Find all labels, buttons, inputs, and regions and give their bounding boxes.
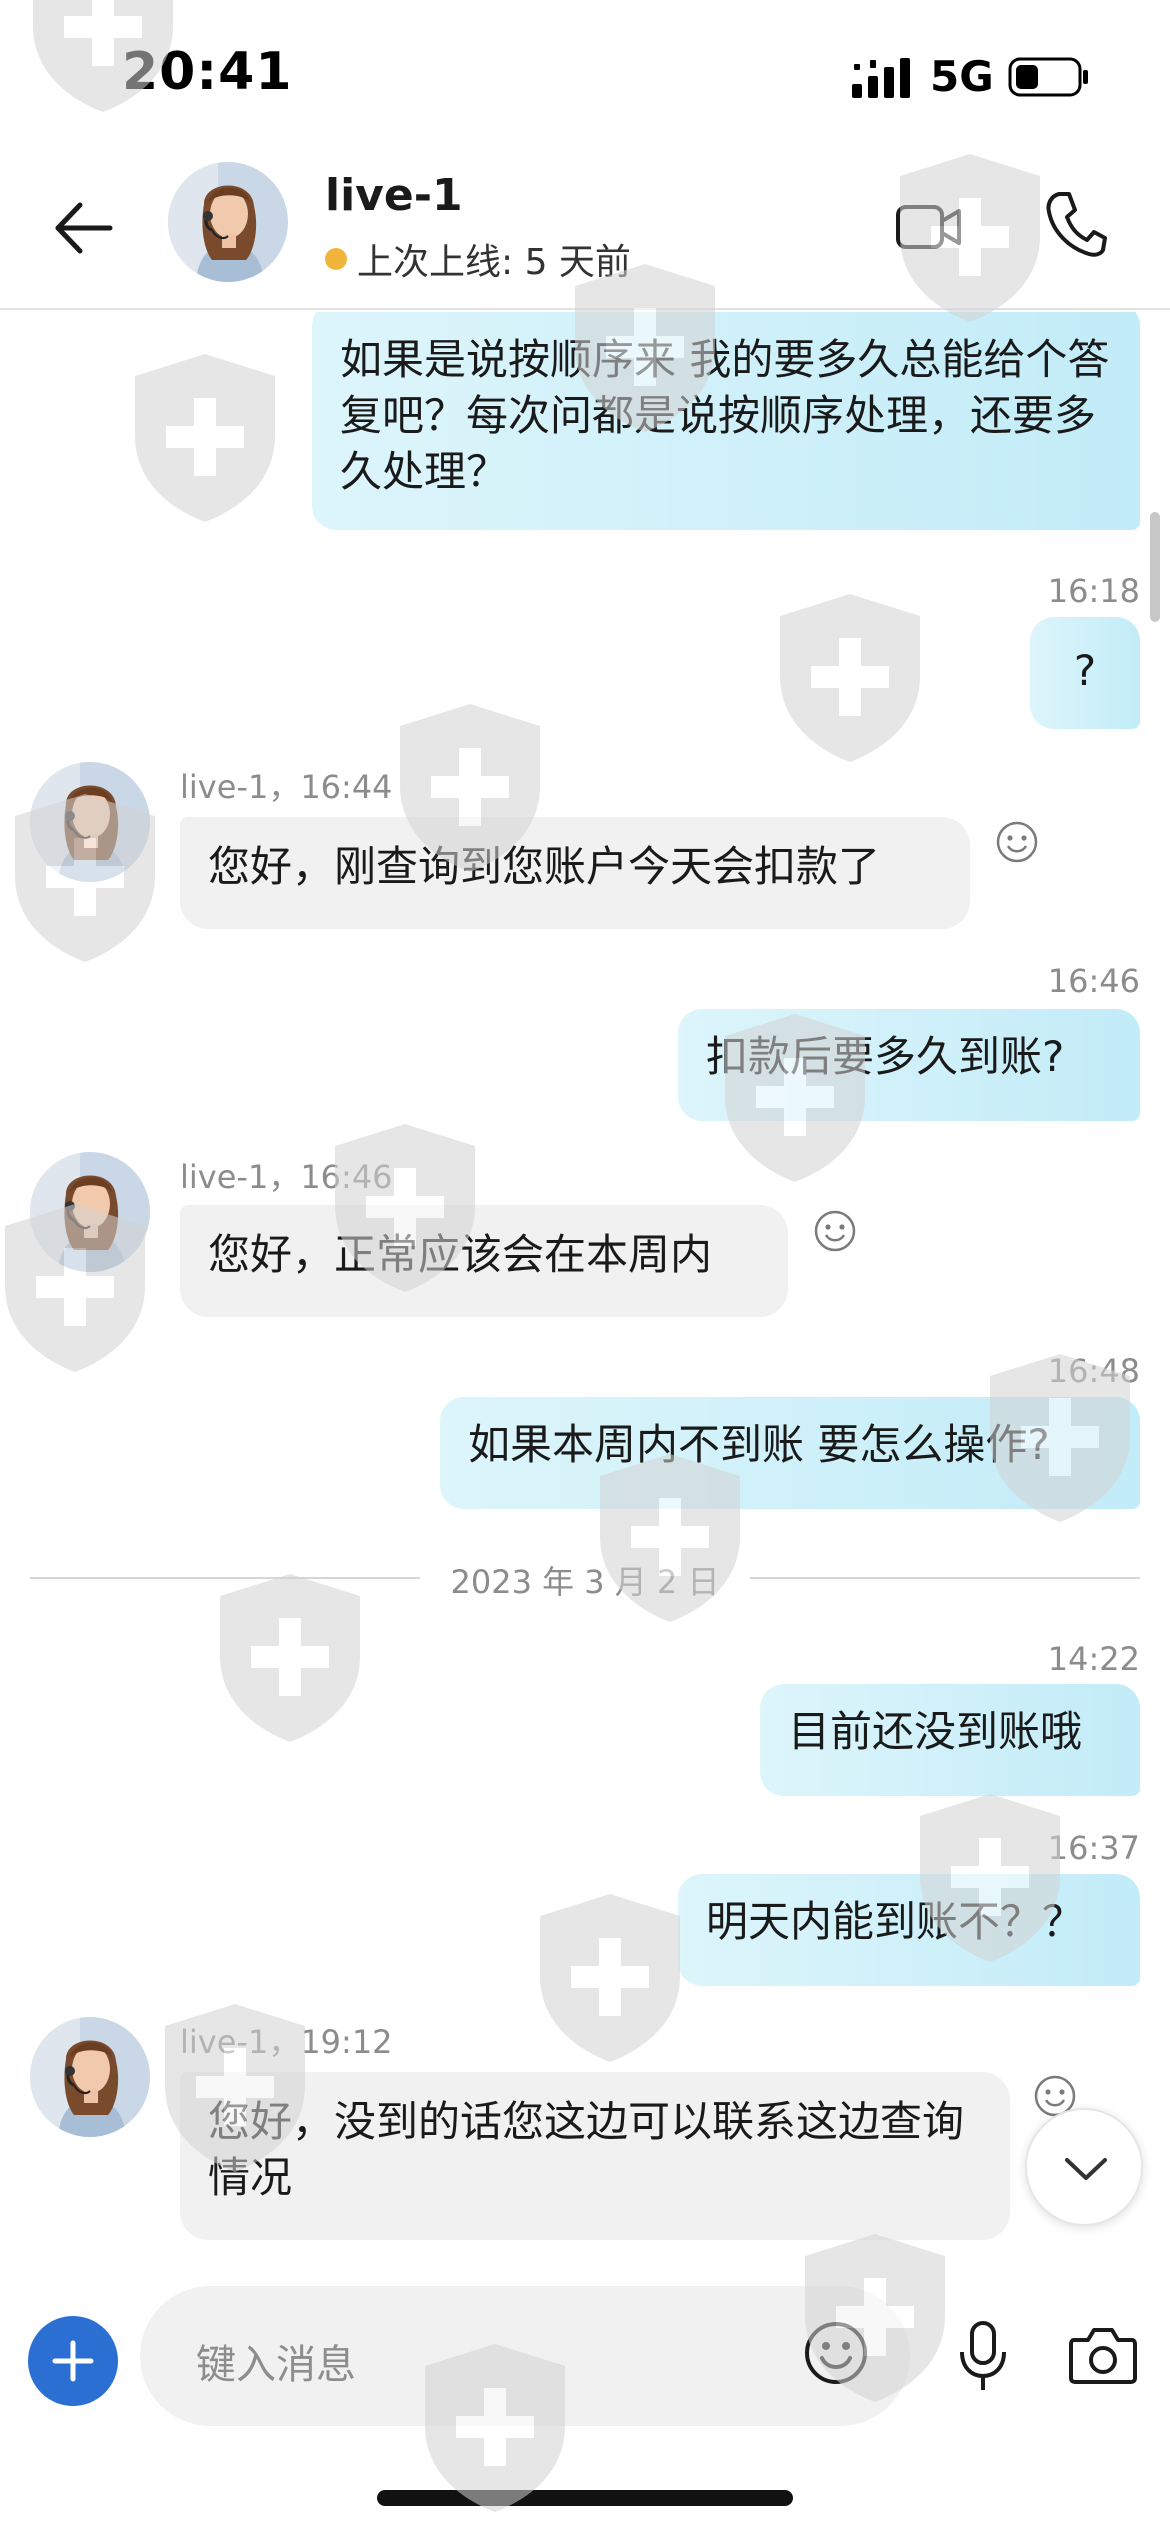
add-attachment-button[interactable]: [28, 2316, 118, 2406]
message-time: 16:48: [1047, 1352, 1140, 1390]
home-indicator[interactable]: [377, 2490, 793, 2506]
message-bubble-outgoing[interactable]: 如果本周内不到账 要怎么操作?: [440, 1397, 1140, 1509]
message-bubble-outgoing[interactable]: 扣款后要多久到账?: [678, 1009, 1140, 1121]
chevron-down-icon: [1065, 2158, 1107, 2180]
message-text: 如果是说按顺序来 我的要多久总能给个答复吧？每次问都是说按顺序处理，还要多久处理…: [340, 335, 1110, 496]
message-list[interactable]: 如果是说按顺序来 我的要多久总能给个答复吧？每次问都是说按顺序处理，还要多久处理…: [0, 312, 1170, 2272]
sender-avatar[interactable]: [30, 2017, 150, 2137]
message-time: 16:46: [1047, 962, 1140, 1000]
message-text: 如果本周内不到账 要怎么操作?: [468, 1420, 1050, 1469]
video-call-button[interactable]: [895, 195, 963, 259]
presence-status: 上次上线: 5 天前: [325, 233, 631, 285]
chat-header: live-1 上次上线: 5 天前: [0, 150, 1170, 310]
scroll-to-bottom-button[interactable]: [1025, 2108, 1143, 2226]
message-composer: 键入消息: [0, 2272, 1170, 2442]
microphone-button[interactable]: [955, 2320, 1011, 2392]
message-bubble-outgoing[interactable]: 目前还没到账哦: [760, 1684, 1140, 1796]
camera-button[interactable]: [1068, 2324, 1138, 2386]
message-text: 您好，刚查询到您账户今天会扣款了: [208, 842, 881, 891]
date-label: 2023 年 3 月 2 日: [450, 1563, 720, 1601]
message-bubble-outgoing[interactable]: ?: [1030, 617, 1140, 729]
message-time: 16:37: [1047, 1829, 1140, 1867]
message-text: 您好，正常应该会在本周内: [208, 1230, 713, 1279]
message-bubble-outgoing[interactable]: 明天内能到账不？？: [678, 1874, 1140, 1986]
message-bubble-outgoing[interactable]: 如果是说按顺序来 我的要多久总能给个答复吧？每次问都是说按顺序处理，还要多久处理…: [312, 312, 1140, 530]
presence-text: 上次上线: 5 天前: [357, 242, 631, 283]
message-input-placeholder: 键入消息: [196, 2342, 356, 2388]
message-text: 明天内能到账不？？: [706, 1897, 1085, 1946]
battery-icon: [1008, 57, 1088, 97]
date-divider: 2023 年 3 月 2 日: [30, 1557, 1140, 1601]
react-emoji-icon[interactable]: [995, 820, 1039, 864]
message-text: ?: [1073, 646, 1097, 695]
status-bar: 20:41 5G: [0, 0, 1170, 150]
divider-line: [750, 1577, 1140, 1579]
message-time: 16:18: [1047, 572, 1140, 610]
signal-icon: [852, 58, 910, 98]
message-sender-time: live-1，19:12: [180, 2023, 393, 2061]
message-time: 14:22: [1047, 1640, 1140, 1678]
status-time: 20:41: [122, 42, 293, 102]
message-sender-time: live-1，16:44: [180, 768, 393, 806]
message-input[interactable]: 键入消息: [140, 2286, 910, 2426]
message-sender-time: live-1，16:46: [180, 1158, 393, 1196]
message-text: 您好，没到的话您这边可以联系这边查询情况: [208, 2097, 965, 2202]
back-button[interactable]: [50, 195, 116, 261]
emoji-button[interactable]: [803, 2320, 869, 2386]
message-bubble-incoming[interactable]: 您好，正常应该会在本周内: [180, 1205, 788, 1317]
plus-icon: [52, 2340, 94, 2382]
message-text: 目前还没到账哦: [788, 1707, 1083, 1756]
presence-dot: [325, 248, 347, 270]
sender-avatar[interactable]: [30, 762, 150, 882]
network-label: 5G: [930, 52, 994, 101]
message-text: 扣款后要多久到账?: [706, 1032, 1065, 1081]
contact-avatar[interactable]: [168, 162, 288, 282]
message-bubble-incoming[interactable]: 您好，刚查询到您账户今天会扣款了: [180, 817, 970, 929]
sender-avatar[interactable]: [30, 1152, 150, 1272]
scrollbar-thumb[interactable]: [1150, 512, 1160, 622]
react-emoji-icon[interactable]: [813, 1209, 857, 1253]
contact-name[interactable]: live-1: [325, 170, 463, 221]
message-bubble-incoming[interactable]: 您好，没到的话您这边可以联系这边查询情况: [180, 2072, 1010, 2240]
voice-call-button[interactable]: [1045, 190, 1107, 258]
